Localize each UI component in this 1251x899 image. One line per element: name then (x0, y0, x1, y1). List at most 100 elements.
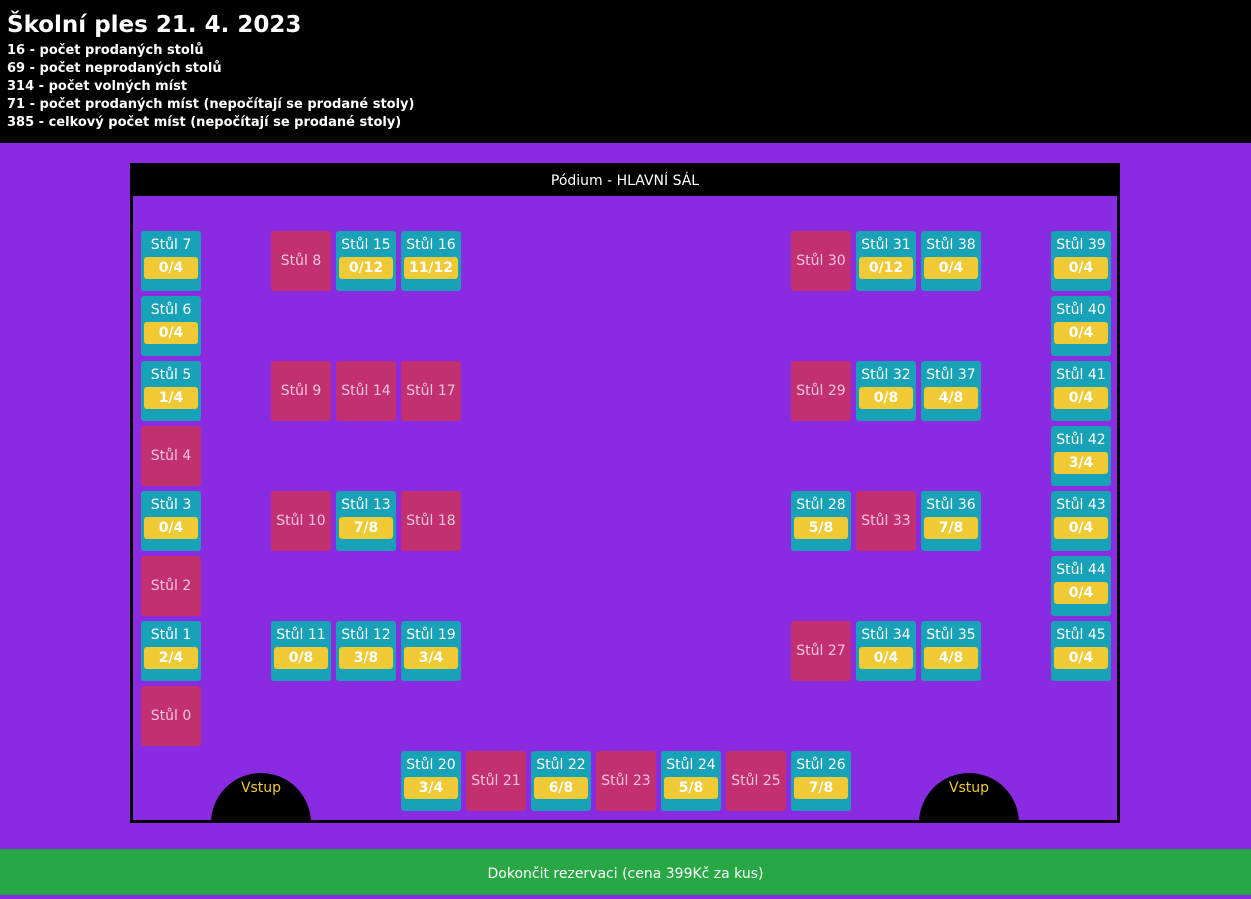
table-seat-count: 7/8 (339, 517, 393, 539)
table-seat-count: 4/8 (924, 387, 978, 409)
table-44[interactable]: Stůl 44 0/4 (1051, 556, 1111, 616)
table-label: Stůl 6 (150, 302, 192, 318)
table-label: Stůl 43 (1056, 497, 1106, 513)
table-39[interactable]: Stůl 39 0/4 (1051, 231, 1111, 291)
table-42[interactable]: Stůl 42 3/4 (1051, 426, 1111, 486)
table-seat-count: 0/4 (1054, 257, 1108, 279)
table-label: Stůl 32 (861, 367, 911, 383)
table-24[interactable]: Stůl 24 5/8 (661, 751, 721, 811)
stat-sold-seats: 71 - počet prodaných míst (nepočítají se… (7, 97, 415, 112)
table-seat-count: 0/4 (924, 257, 978, 279)
table-label: Stůl 9 (280, 383, 322, 399)
entrance-right: Vstup (919, 773, 1019, 823)
table-41[interactable]: Stůl 41 0/4 (1051, 361, 1111, 421)
table-label: Stůl 23 (601, 773, 651, 789)
table-3[interactable]: Stůl 3 0/4 (141, 491, 201, 551)
table-38[interactable]: Stůl 38 0/4 (921, 231, 981, 291)
table-label: Stůl 12 (341, 627, 391, 643)
table-seat-count: 3/4 (404, 777, 458, 799)
page-title: Školní ples 21. 4. 2023 (7, 12, 302, 38)
table-label: Stůl 11 (276, 627, 326, 643)
table-label: Stůl 10 (276, 513, 326, 529)
table-5[interactable]: Stůl 5 1/4 (141, 361, 201, 421)
table-seat-count: 0/4 (1054, 582, 1108, 604)
table-19[interactable]: Stůl 19 3/4 (401, 621, 461, 681)
finish-reservation-button[interactable]: Dokončit rezervaci (cena 399Kč za kus) (0, 849, 1251, 895)
table-18: Stůl 18 (401, 491, 461, 551)
table-26[interactable]: Stůl 26 7/8 (791, 751, 851, 811)
page-header: Školní ples 21. 4. 2023 16 - počet proda… (0, 0, 1251, 143)
table-12[interactable]: Stůl 12 3/8 (336, 621, 396, 681)
table-seat-count: 0/8 (859, 387, 913, 409)
table-label: Stůl 45 (1056, 627, 1106, 643)
table-11[interactable]: Stůl 11 0/8 (271, 621, 331, 681)
table-label: Stůl 0 (150, 708, 192, 724)
table-37[interactable]: Stůl 37 4/8 (921, 361, 981, 421)
table-seat-count: 0/4 (1054, 517, 1108, 539)
table-22[interactable]: Stůl 22 6/8 (531, 751, 591, 811)
table-35[interactable]: Stůl 35 4/8 (921, 621, 981, 681)
table-40[interactable]: Stůl 40 0/4 (1051, 296, 1111, 356)
table-30: Stůl 30 (791, 231, 851, 291)
table-label: Stůl 25 (731, 773, 781, 789)
table-25: Stůl 25 (726, 751, 786, 811)
table-label: Stůl 15 (341, 237, 391, 253)
table-label: Stůl 40 (1056, 302, 1106, 318)
table-label: Stůl 8 (280, 253, 322, 269)
table-seat-count: 11/12 (404, 257, 458, 279)
stat-total-seats: 385 - celkový počet míst (nepočítají se … (7, 115, 402, 130)
table-label: Stůl 1 (150, 627, 192, 643)
table-31[interactable]: Stůl 31 0/12 (856, 231, 916, 291)
table-label: Stůl 4 (150, 448, 192, 464)
table-28[interactable]: Stůl 28 5/8 (791, 491, 851, 551)
table-label: Stůl 30 (796, 253, 846, 269)
table-label: Stůl 20 (406, 757, 456, 773)
table-34[interactable]: Stůl 34 0/4 (856, 621, 916, 681)
stat-free-seats: 314 - počet volných míst (7, 79, 188, 94)
table-seat-count: 5/8 (664, 777, 718, 799)
table-label: Stůl 33 (861, 513, 911, 529)
table-seat-count: 0/12 (339, 257, 393, 279)
table-seat-count: 4/8 (924, 647, 978, 669)
entrance-label: Vstup (240, 780, 282, 796)
table-23: Stůl 23 (596, 751, 656, 811)
entrance-label: Vstup (948, 780, 990, 796)
entrance-left: Vstup (211, 773, 311, 823)
table-seat-count: 1/4 (144, 387, 198, 409)
table-7[interactable]: Stůl 7 0/4 (141, 231, 201, 291)
table-43[interactable]: Stůl 43 0/4 (1051, 491, 1111, 551)
table-seat-count: 0/4 (144, 257, 198, 279)
table-label: Stůl 34 (861, 627, 911, 643)
table-label: Stůl 26 (796, 757, 846, 773)
table-label: Stůl 22 (536, 757, 586, 773)
table-45[interactable]: Stůl 45 0/4 (1051, 621, 1111, 681)
table-1[interactable]: Stůl 1 2/4 (141, 621, 201, 681)
table-6[interactable]: Stůl 6 0/4 (141, 296, 201, 356)
table-seat-count: 3/8 (339, 647, 393, 669)
table-13[interactable]: Stůl 13 7/8 (336, 491, 396, 551)
table-seat-count: 0/12 (859, 257, 913, 279)
table-seat-count: 0/4 (1054, 322, 1108, 344)
table-32[interactable]: Stůl 32 0/8 (856, 361, 916, 421)
stage-label: Pódium - HLAVNÍ SÁL (133, 166, 1117, 196)
table-label: Stůl 37 (926, 367, 976, 383)
table-36[interactable]: Stůl 36 7/8 (921, 491, 981, 551)
table-label: Stůl 21 (471, 773, 521, 789)
table-label: Stůl 17 (406, 383, 456, 399)
table-label: Stůl 3 (150, 497, 192, 513)
table-label: Stůl 2 (150, 578, 192, 594)
table-label: Stůl 7 (150, 237, 192, 253)
table-16[interactable]: Stůl 16 11/12 (401, 231, 461, 291)
table-20[interactable]: Stůl 20 3/4 (401, 751, 461, 811)
table-label: Stůl 35 (926, 627, 976, 643)
table-label: Stůl 5 (150, 367, 192, 383)
table-seat-count: 0/4 (1054, 647, 1108, 669)
table-label: Stůl 19 (406, 627, 456, 643)
table-15[interactable]: Stůl 15 0/12 (336, 231, 396, 291)
table-seat-count: 2/4 (144, 647, 198, 669)
table-0: Stůl 0 (141, 686, 201, 746)
table-label: Stůl 28 (796, 497, 846, 513)
table-label: Stůl 29 (796, 383, 846, 399)
table-33: Stůl 33 (856, 491, 916, 551)
table-seat-count: 7/8 (794, 777, 848, 799)
